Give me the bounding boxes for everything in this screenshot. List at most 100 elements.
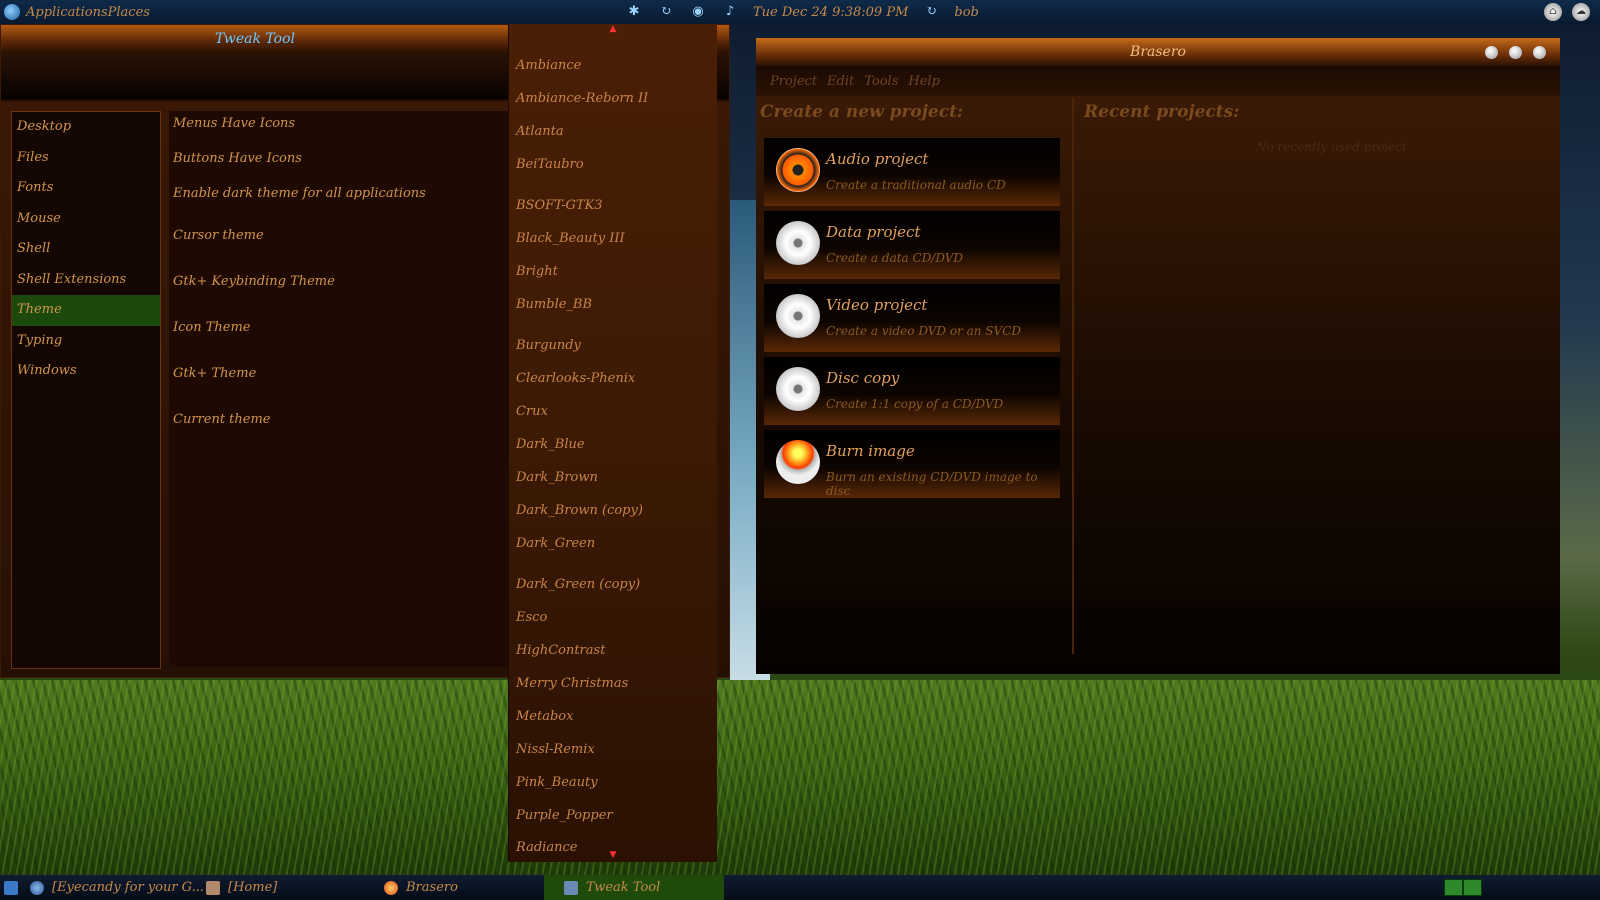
show-desktop-button[interactable]	[4, 875, 18, 900]
theme-option[interactable]: Pink_Beauty	[516, 775, 598, 790]
setting-cursor-theme: Cursor theme	[173, 228, 264, 243]
theme-option[interactable]: Merry Christmas	[516, 676, 628, 691]
wallpaper-grass	[0, 680, 1600, 875]
user-name[interactable]: bob	[954, 5, 978, 20]
recent-projects-heading: Recent projects:	[1084, 102, 1240, 122]
theme-option[interactable]: Atlanta	[516, 124, 564, 139]
project-description: Create a data CD/DVD	[826, 251, 964, 265]
theme-option[interactable]: Dark_Blue	[516, 437, 585, 452]
audio-project-button[interactable]: Audio project Create a traditional audio…	[764, 138, 1060, 206]
theme-option[interactable]: Dark_Green (copy)	[516, 577, 640, 592]
sidebar-item-desktop[interactable]: Desktop	[12, 112, 160, 143]
setting-icon-theme: Icon Theme	[173, 320, 251, 335]
no-recent-projects: No recently used project	[1256, 140, 1407, 154]
menu-tools[interactable]: Tools	[864, 74, 898, 89]
close-button[interactable]	[1533, 46, 1546, 59]
minimize-button[interactable]	[1485, 46, 1498, 59]
theme-option[interactable]: Dark_Green	[516, 536, 595, 551]
folder-icon	[206, 880, 220, 895]
network-icon[interactable]: ◉	[689, 4, 707, 20]
burn-disc-icon	[776, 440, 820, 484]
theme-option[interactable]: Bright	[516, 264, 558, 279]
sidebar-item-typing[interactable]: Typing	[12, 326, 160, 357]
theme-option[interactable]: Dark_Brown (copy)	[516, 503, 643, 518]
video-project-button[interactable]: Video project Create a video DVD or an S…	[764, 284, 1060, 352]
task-label: [Home]	[228, 880, 278, 895]
places-menu[interactable]: Places	[108, 5, 150, 20]
bottom-panel: [Eyecandy for your G... [Home] Brasero T…	[0, 875, 1600, 900]
top-panel-status: ✱ ↻ ◉ ♪ Tue Dec 24 9:38:09 PM ↻ bob	[625, 4, 979, 20]
sidebar-item-mouse[interactable]: Mouse	[12, 204, 160, 235]
create-project-heading: Create a new project:	[760, 102, 964, 122]
menu-edit[interactable]: Edit	[827, 74, 854, 89]
sidebar-item-files[interactable]: Files	[12, 143, 160, 174]
theme-option[interactable]: Burgundy	[516, 338, 581, 353]
sidebar-item-theme[interactable]: Theme	[12, 295, 160, 326]
task-eyecandy[interactable]: [Eyecandy for your G...	[30, 875, 204, 900]
home-icon[interactable]: ⌂	[1544, 3, 1562, 21]
setting-menus-have-icons: Menus Have Icons	[173, 116, 296, 131]
theme-option[interactable]: Ambiance	[516, 58, 581, 73]
section-divider	[1072, 98, 1074, 654]
theme-option[interactable]: Crux	[516, 404, 548, 419]
applications-logo-icon[interactable]	[4, 4, 20, 20]
setting-keybinding-theme: Gtk+ Keybinding Theme	[173, 274, 335, 289]
show-desktop-icon	[4, 880, 18, 895]
maximize-button[interactable]	[1509, 46, 1522, 59]
brasero-menubar: Project Edit Tools Help	[756, 66, 1560, 96]
brasero-titlebar[interactable]: Brasero	[756, 38, 1560, 66]
theme-option[interactable]: Purple_Popper	[516, 808, 613, 823]
top-panel-menu: Applications Places	[4, 4, 150, 20]
video-disc-icon	[776, 294, 820, 338]
tweak-tool-icon	[564, 880, 578, 895]
sidebar-item-shell[interactable]: Shell	[12, 234, 160, 265]
applications-menu[interactable]: Applications	[26, 5, 108, 20]
project-name: Burn image	[826, 442, 915, 460]
burn-image-button[interactable]: Burn image Burn an existing CD/DVD image…	[764, 430, 1060, 498]
browser-icon	[30, 880, 44, 895]
task-label: Tweak Tool	[586, 880, 661, 895]
user-icon: ↻	[925, 4, 937, 19]
bluetooth-icon[interactable]: ✱	[625, 4, 643, 20]
brasero-window: Brasero Project Edit Tools Help Create a…	[756, 38, 1560, 674]
task-tweak-tool[interactable]: Tweak Tool	[544, 875, 724, 900]
sidebar-item-windows[interactable]: Windows	[12, 356, 160, 387]
sidebar-item-shell-extensions[interactable]: Shell Extensions	[12, 265, 160, 296]
theme-dropdown-list[interactable]: ▲ Ambiance Ambiance-Reborn II Atlanta Be…	[508, 24, 717, 862]
tweak-sidebar: Desktop Files Fonts Mouse Shell Shell Ex…	[11, 111, 161, 669]
theme-option[interactable]: Ambiance-Reborn II	[516, 91, 648, 106]
data-project-button[interactable]: Data project Create a data CD/DVD	[764, 211, 1060, 279]
cloud-icon[interactable]: ☁	[1572, 3, 1590, 21]
theme-option[interactable]: HighContrast	[516, 643, 605, 658]
theme-option[interactable]: BSOFT-GTK3	[516, 198, 603, 213]
task-brasero[interactable]: Brasero	[384, 875, 458, 900]
scroll-down-arrow-icon[interactable]: ▼	[509, 850, 717, 860]
project-name: Video project	[826, 296, 928, 314]
theme-option[interactable]: Metabox	[516, 709, 573, 724]
volume-icon[interactable]: ♪	[721, 4, 739, 20]
theme-option[interactable]: Clearlooks-Phenix	[516, 371, 635, 386]
project-description: Create a traditional audio CD	[826, 178, 1006, 192]
update-icon[interactable]: ↻	[657, 4, 675, 20]
menu-project[interactable]: Project	[770, 74, 817, 89]
scroll-up-arrow-icon[interactable]: ▲	[509, 24, 717, 34]
menu-help[interactable]: Help	[908, 74, 940, 89]
disc-copy-button[interactable]: Disc copy Create 1:1 copy of a CD/DVD	[764, 357, 1060, 425]
task-home[interactable]: [Home]	[206, 875, 277, 900]
workspace-1[interactable]	[1444, 879, 1463, 896]
theme-option[interactable]: Nissl-Remix	[516, 742, 595, 757]
sidebar-item-fonts[interactable]: Fonts	[12, 173, 160, 204]
data-disc-icon	[776, 221, 820, 265]
workspace-2[interactable]	[1463, 879, 1482, 896]
theme-option[interactable]: Dark_Brown	[516, 470, 598, 485]
theme-option[interactable]: BeiTaubro	[516, 157, 584, 172]
setting-buttons-have-icons: Buttons Have Icons	[173, 151, 302, 166]
clock[interactable]: Tue Dec 24 9:38:09 PM	[753, 5, 908, 20]
project-name: Disc copy	[826, 369, 900, 387]
project-name: Data project	[826, 223, 921, 241]
top-panel: Applications Places ✱ ↻ ◉ ♪ Tue Dec 24 9…	[0, 0, 1600, 24]
theme-option[interactable]: Esco	[516, 610, 547, 625]
theme-option[interactable]: Bumble_BB	[516, 297, 592, 312]
theme-option[interactable]: Black_Beauty III	[516, 231, 625, 246]
radiation-icon	[776, 148, 820, 192]
